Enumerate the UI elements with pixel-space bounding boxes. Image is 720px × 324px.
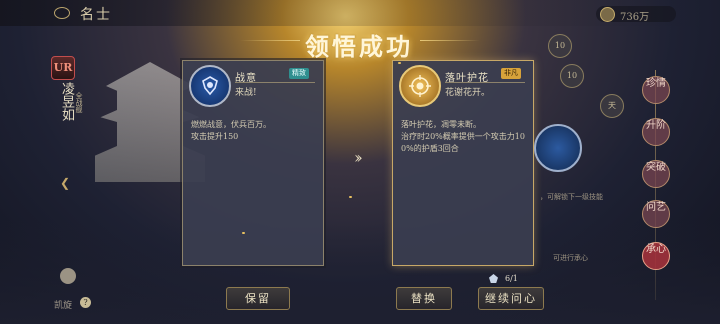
skill-node[interactable]: 天 bbox=[600, 94, 624, 118]
selected-skill-icon[interactable] bbox=[534, 124, 582, 172]
ground-mist bbox=[0, 220, 720, 324]
back-swirl-icon[interactable] bbox=[54, 7, 70, 19]
attempt-counter: 6/1 bbox=[505, 274, 518, 283]
currency-value: 736万 bbox=[620, 12, 650, 23]
tab-wenyi[interactable]: 问艺 bbox=[642, 200, 670, 228]
tab-shengjie[interactable]: 升阶 bbox=[642, 118, 670, 146]
tab-chengxin[interactable]: 承心 bbox=[642, 242, 670, 270]
replace-button[interactable]: 替换 bbox=[396, 287, 452, 310]
spark-particle bbox=[242, 232, 245, 234]
skill-icon-falling-leaf bbox=[399, 65, 441, 107]
skill-description: 落叶护花，凋零未断。 治疗时20%概率提供一个攻击力10 0%的护盾3回合 bbox=[401, 120, 525, 153]
skill-node[interactable]: 10 bbox=[560, 64, 584, 88]
unlock-hint: ，可解锁下一级技能 bbox=[540, 193, 603, 201]
coin-icon bbox=[600, 7, 615, 22]
page-title: 名士 bbox=[80, 7, 112, 23]
new-skill-card[interactable]: 落叶护花 非凡 花谢花开。 落叶护花，凋零未断。 治疗时20%概率提供一个攻击力… bbox=[392, 60, 534, 266]
divider bbox=[445, 82, 525, 83]
spark-particle bbox=[349, 196, 352, 198]
bottom-left-label: 凯旋 bbox=[54, 301, 73, 311]
tab-tupo[interactable]: 突破 bbox=[642, 160, 670, 188]
spark-particle bbox=[398, 62, 401, 64]
quality-badge: 非凡 bbox=[501, 68, 521, 79]
headline-left-ornament bbox=[240, 40, 300, 41]
result-headline: 领悟成功 bbox=[305, 32, 413, 61]
old-skill-card[interactable]: 战意 精致 来战! 燃燃战意，伏兵百万。 攻击提升150 bbox=[182, 60, 324, 266]
target-icon bbox=[409, 75, 431, 97]
crest-icon bbox=[202, 76, 218, 96]
quality-badge: 精致 bbox=[289, 68, 309, 79]
skill-node[interactable]: 10 bbox=[548, 34, 572, 58]
swirl-ornament-icon: ❮ bbox=[60, 176, 71, 190]
rarity-badge: UR bbox=[51, 56, 75, 80]
inherit-hint: 可进行承心 bbox=[553, 254, 588, 262]
character-tag: 全战舰 bbox=[75, 92, 83, 113]
skill-description: 燃燃战意，伏兵百万。 攻击提升150 bbox=[191, 120, 271, 141]
continue-button[interactable]: 继续问心 bbox=[478, 287, 544, 310]
headline-right-ornament bbox=[420, 40, 480, 41]
tab-zhenqing[interactable]: 珍情 bbox=[642, 76, 670, 104]
skill-quote: 来战! bbox=[235, 88, 257, 98]
character-name: 凌昱如 bbox=[59, 82, 74, 121]
skill-quote: 花谢花开。 bbox=[445, 88, 491, 98]
help-icon[interactable]: ? bbox=[80, 297, 91, 308]
keep-button[interactable]: 保留 bbox=[226, 287, 290, 310]
double-chevron-right-icon: ›› bbox=[354, 148, 363, 167]
avatar[interactable] bbox=[60, 268, 76, 284]
divider bbox=[235, 82, 315, 83]
skill-icon-war-intent bbox=[189, 65, 231, 107]
